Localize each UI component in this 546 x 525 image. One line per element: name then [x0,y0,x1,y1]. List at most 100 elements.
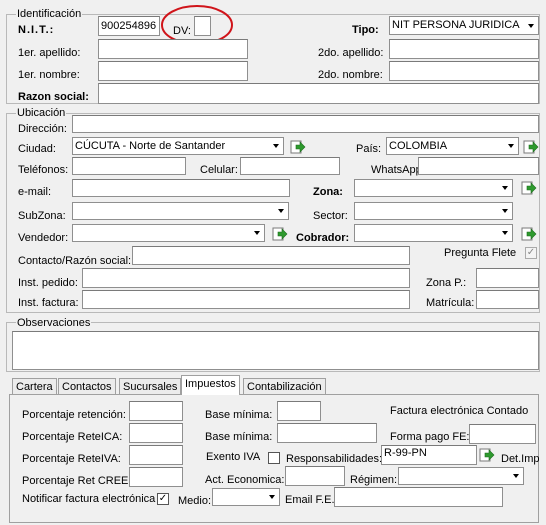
apellido1-label: 1er. apellido: [18,47,81,59]
tab-label: Cartera [16,381,53,393]
cobrador-select[interactable] [354,224,513,242]
notificar-label: Notificar factura electrónica [22,493,156,505]
zona-label: Zona: [313,186,343,198]
retcree-input[interactable] [129,467,183,487]
chevron-down-icon[interactable] [498,203,512,219]
retcree-label: Porcentaje Ret CREE: [22,475,132,487]
base-minima2-input[interactable] [277,423,377,443]
dv-input[interactable] [194,16,211,36]
apellido1-input[interactable] [98,39,248,59]
apellido2-label: 2do. apellido: [318,47,384,59]
chevron-down-icon[interactable] [250,225,264,241]
regimen-select[interactable] [398,467,524,485]
responsabilidades-label: Responsabilidades: [286,453,383,465]
tab-label: Impuestos [185,378,236,390]
nombre2-input[interactable] [389,61,539,81]
notificar-checkbox[interactable]: ✓ [157,493,169,505]
chevron-down-icon[interactable] [498,225,512,241]
whatsapp-input[interactable] [418,157,539,175]
ciudad-value: CÚCUTA - Norte de Santander [75,140,226,152]
dv-label: DV: [173,25,191,37]
direccion-label: Dirección: [18,123,67,135]
regimen-label: Régimen: [350,474,398,486]
ubicacion-title: Ubicación [16,107,67,120]
inst-factura-label: Inst. factura: [18,297,79,309]
email-input[interactable] [72,179,290,197]
forma-pago-input[interactable] [469,424,536,444]
tipo-value: NIT PERSONA JURIDICA [392,19,520,31]
base-minima-input[interactable] [277,401,321,421]
go-arrow-icon[interactable] [521,226,537,242]
chevron-down-icon[interactable] [265,489,279,505]
email-fe-input[interactable] [334,487,503,507]
go-arrow-icon[interactable] [272,226,288,242]
razon-social-input[interactable] [98,83,539,104]
chevron-down-icon[interactable] [269,138,283,154]
pais-select[interactable]: COLOMBIA [386,137,519,155]
act-economica-label: Act. Economica: [205,474,285,486]
sector-select[interactable] [354,202,513,220]
pais-label: País: [356,143,382,155]
ciudad-select[interactable]: CÚCUTA - Norte de Santander [72,137,284,155]
ciudad-label: Ciudad: [18,143,56,155]
reteica-input[interactable] [129,423,183,443]
reteiva-label: Porcentaje ReteIVA: [22,453,121,465]
tab-impuestos[interactable]: Impuestos [181,375,240,395]
chevron-down-icon[interactable] [504,138,518,154]
reteica-label: Porcentaje ReteICA: [22,431,123,443]
tab-contactos[interactable]: Contactos [58,378,116,395]
go-arrow-icon[interactable] [521,180,537,196]
observaciones-title: Observaciones [16,317,92,330]
det-imp-label: Det.Imp [501,453,540,465]
chevron-down-icon[interactable] [498,180,512,196]
zona-p-label: Zona P.: [426,277,467,289]
tab-label: Sucursales [123,381,178,393]
telefonos-input[interactable] [72,157,186,175]
go-arrow-icon[interactable] [479,447,495,463]
tab-cartera[interactable]: Cartera [12,378,57,395]
factura-contado-label: Factura electrónica Contado [390,405,529,417]
zona-select[interactable] [354,179,513,197]
inst-factura-input[interactable] [82,290,410,309]
nombre2-label: 2do. nombre: [318,69,383,81]
subzona-select[interactable] [72,202,289,220]
exento-iva-label: Exento IVA [206,451,261,463]
go-arrow-icon[interactable] [290,139,306,155]
vendedor-select[interactable] [72,224,265,242]
nombre1-input[interactable] [98,61,248,81]
tipo-select[interactable]: NIT PERSONA JURIDICA [389,16,539,35]
inst-pedido-label: Inst. pedido: [18,277,78,289]
apellido2-input[interactable] [389,39,539,59]
tab-label: Contabilización [247,381,322,393]
act-economica-input[interactable] [285,466,345,486]
razon-social-label: Razon social: [18,91,89,103]
matricula-input[interactable] [476,290,539,309]
exento-iva-checkbox[interactable] [268,452,280,464]
forma-pago-label: Forma pago FE: [390,431,470,443]
contacto-input[interactable] [132,246,410,265]
vendedor-label: Vendedor: [18,232,69,244]
tab-label: Contactos [62,381,112,393]
nit-label: N.I.T.: [18,24,55,36]
retencion-input[interactable] [129,401,183,421]
tab-sucursales[interactable]: Sucursales [119,378,182,395]
contacto-label: Contacto/Razón social: [18,255,132,267]
reteiva-input[interactable] [129,445,183,465]
observaciones-textarea[interactable] [12,331,539,370]
tab-contabilizacion[interactable]: Contabilización [243,378,326,395]
identificacion-title: Identificación [16,8,83,21]
pregunta-flete-checkbox[interactable]: ✓ [525,247,537,259]
go-arrow-icon[interactable] [523,139,539,155]
zona-p-input[interactable] [476,268,539,288]
chevron-down-icon[interactable] [524,17,538,34]
chevron-down-icon[interactable] [509,468,523,484]
inst-pedido-input[interactable] [82,268,410,288]
direccion-input[interactable] [72,115,539,133]
medio-select[interactable] [212,488,280,506]
chevron-down-icon[interactable] [274,203,288,219]
nit-input[interactable]: 900254896 [98,16,160,36]
whatsapp-label: WhatsApp [371,164,422,176]
celular-input[interactable] [240,157,340,175]
responsabilidades-input[interactable]: R-99-PN [381,445,477,465]
base-minima2-label: Base mínima: [205,431,273,443]
